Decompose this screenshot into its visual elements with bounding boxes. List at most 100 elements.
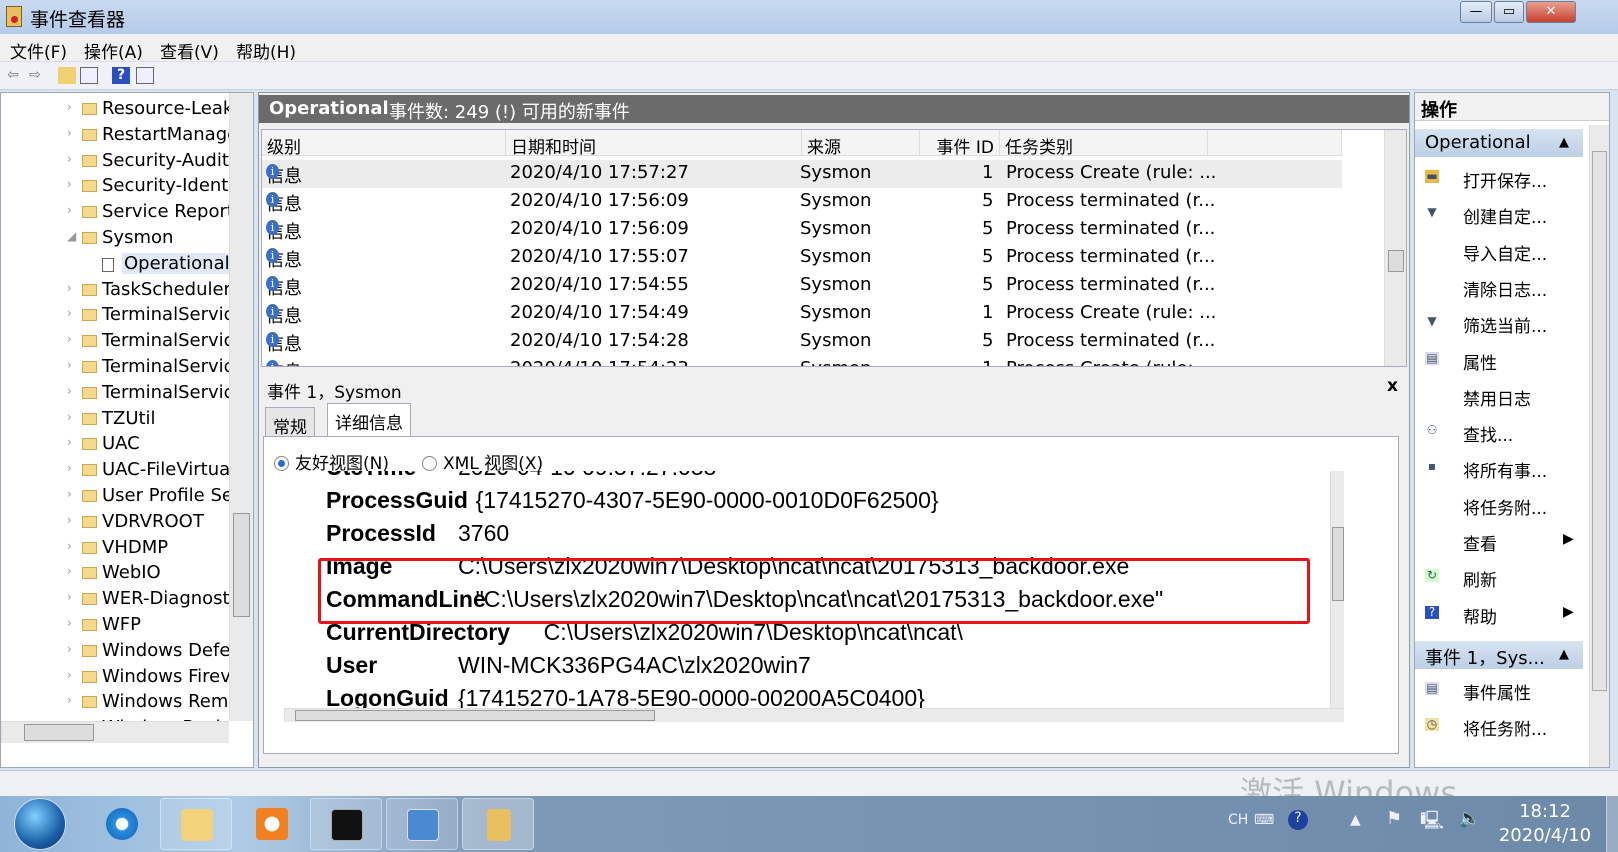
tree-hscrollbar[interactable]: [1, 721, 229, 743]
tree-item[interactable]: › TaskScheduler: [1, 279, 229, 304]
column-header-source[interactable]: 来源: [802, 130, 920, 158]
volume-icon[interactable]: 🔈: [1458, 808, 1480, 829]
table-row[interactable]: i 信息 2020/4/10 17:56:09 Sysmon 5 Process term…: [262, 216, 1342, 244]
collapsed-arrow-icon[interactable]: ›: [67, 203, 72, 217]
table-row[interactable]: i信息2020/4/10 17:54:23Sysmon1Process Crea…: [262, 356, 1342, 366]
collapsed-arrow-icon[interactable]: ›: [67, 539, 72, 553]
tree-item[interactable]: › Windows Defe: [1, 640, 229, 665]
menu-view[interactable]: 查看(V): [160, 38, 219, 63]
action-item[interactable]: ▤ 事件属性: [1415, 673, 1583, 707]
taskbar-windows-explorer[interactable]: [160, 798, 232, 850]
action-item[interactable]: ▼ 筛选当前...: [1415, 306, 1583, 340]
close-details-icon[interactable]: x: [1387, 376, 1398, 396]
language-indicator[interactable]: CH: [1228, 812, 1248, 828]
action-item[interactable]: ▼ 创建自定...: [1415, 197, 1583, 231]
action-item[interactable]: 查看 ▶: [1415, 524, 1583, 558]
tree-hscroll-thumb[interactable]: [24, 724, 94, 741]
start-button[interactable]: [14, 798, 66, 850]
table-row[interactable]: i 信息 2020/4/10 17:54:55 Sysmon 5 Process term…: [262, 272, 1342, 300]
collapsed-arrow-icon[interactable]: ›: [67, 590, 72, 604]
action-center-flag-icon[interactable]: ⚑: [1386, 808, 1402, 829]
collapsed-arrow-icon[interactable]: ›: [67, 281, 72, 295]
details-vscroll-thumb[interactable]: [1332, 527, 1344, 601]
collapsed-arrow-icon[interactable]: ›: [67, 668, 72, 682]
close-button[interactable]: ✕: [1526, 1, 1576, 23]
details-vscrollbar[interactable]: [1330, 471, 1344, 708]
help-tray-icon[interactable]: ?: [1288, 810, 1308, 830]
tree-item[interactable]: › Windows Firev: [1, 666, 229, 691]
tree-item[interactable]: › WER-Diagnost: [1, 588, 229, 613]
clock[interactable]: 18:12 2020/4/10: [1490, 800, 1600, 848]
expanded-arrow-icon[interactable]: ◢: [67, 229, 76, 243]
table-row[interactable]: i 信息 2020/4/10 17:54:49 Sysmon 1 Process Crea…: [262, 300, 1342, 328]
tree-item[interactable]: › User Profile Se: [1, 485, 229, 510]
taskbar-command-prompt[interactable]: [310, 798, 382, 850]
tree-item[interactable]: › Resource-Leak: [1, 98, 229, 123]
actions-section-event[interactable]: 事件 1，Sys... ▲: [1415, 641, 1583, 669]
show-desktop-button[interactable]: [1606, 796, 1618, 852]
list-scroll-thumb[interactable]: [1388, 250, 1404, 272]
tree-item[interactable]: Operational: [1, 252, 229, 278]
tree-item[interactable]: › Windows Rem: [1, 691, 229, 716]
collapsed-arrow-icon[interactable]: ›: [67, 461, 72, 475]
taskbar-media-player[interactable]: [236, 798, 308, 850]
taskbar-event-viewer[interactable]: [462, 798, 534, 850]
column-header-datetime[interactable]: 日期和时间: [506, 130, 802, 158]
tree-vscroll-thumb[interactable]: [233, 513, 250, 617]
tree-item[interactable]: › Security-Audit: [1, 150, 229, 175]
tree-item[interactable]: › TerminalServic: [1, 330, 229, 355]
taskbar-internet-explorer[interactable]: [86, 798, 158, 850]
column-header-task-category[interactable]: 任务类别: [1000, 130, 1208, 158]
tab-details[interactable]: 详细信息: [327, 403, 411, 437]
collapsed-arrow-icon[interactable]: ›: [67, 410, 72, 424]
show-hide-tree-icon[interactable]: [80, 67, 98, 84]
action-item[interactable]: ▤ 属性: [1415, 343, 1583, 377]
actions-scrollbar[interactable]: [1589, 125, 1609, 767]
keyboard-icon[interactable]: ⌨: [1254, 812, 1274, 828]
up-folder-icon[interactable]: [58, 67, 76, 84]
actions-section-operational[interactable]: Operational ▲: [1415, 129, 1583, 157]
tree-item[interactable]: › TerminalServic: [1, 356, 229, 381]
taskbar-remote-desktop[interactable]: [386, 798, 458, 850]
collapsed-arrow-icon[interactable]: ›: [67, 306, 72, 320]
action-item[interactable]: 清除日志...: [1415, 270, 1583, 304]
collapsed-arrow-icon[interactable]: ›: [67, 126, 72, 140]
collapsed-arrow-icon[interactable]: ›: [67, 332, 72, 346]
action-item[interactable]: ▪ 将所有事...: [1415, 451, 1583, 485]
details-hscrollbar[interactable]: [284, 708, 1344, 722]
collapsed-arrow-icon[interactable]: ›: [67, 358, 72, 372]
collapsed-arrow-icon[interactable]: ›: [67, 642, 72, 656]
collapsed-arrow-icon[interactable]: ›: [67, 513, 72, 527]
forward-icon[interactable]: ⇨: [26, 67, 44, 84]
tree-item[interactable]: › VDRVROOT: [1, 511, 229, 536]
tree-item[interactable]: › WebIO: [1, 562, 229, 587]
tree-item[interactable]: › TerminalServic: [1, 304, 229, 329]
collapsed-arrow-icon[interactable]: ›: [67, 177, 72, 191]
tree-item[interactable]: › Service Report: [1, 201, 229, 226]
table-row[interactable]: i 信息 2020/4/10 17:56:09 Sysmon 5 Process term…: [262, 188, 1342, 216]
menu-help[interactable]: 帮助(H): [236, 38, 296, 63]
tree-item[interactable]: › TZUtil: [1, 408, 229, 433]
table-row[interactable]: i 信息 2020/4/10 17:55:07 Sysmon 5 Process term…: [262, 244, 1342, 272]
column-header-event-id[interactable]: 事件 ID: [920, 130, 1000, 158]
collapsed-arrow-icon[interactable]: ›: [67, 487, 72, 501]
network-icon[interactable]: 🖳: [1420, 808, 1444, 838]
tree-item[interactable]: › RestartManager: [1, 124, 229, 149]
tree-item[interactable]: › WFP: [1, 614, 229, 639]
tree-vscrollbar[interactable]: [229, 93, 253, 721]
action-item[interactable]: ↻ 刷新: [1415, 560, 1583, 594]
table-row[interactable]: i 信息 2020/4/10 17:57:27 Sysmon 1 Process Crea…: [262, 160, 1342, 188]
collapsed-arrow-icon[interactable]: ›: [67, 100, 72, 114]
collapsed-arrow-icon[interactable]: ›: [67, 152, 72, 166]
menu-action[interactable]: 操作(A): [84, 38, 143, 63]
action-item[interactable]: ⚇ 查找...: [1415, 415, 1583, 449]
tab-general[interactable]: 常规: [265, 407, 315, 438]
show-hide-actions-icon[interactable]: [136, 67, 154, 84]
tree-item[interactable]: › UAC: [1, 433, 229, 458]
collapsed-arrow-icon[interactable]: ›: [67, 435, 72, 449]
collapsed-arrow-icon[interactable]: ›: [67, 564, 72, 578]
column-header-level[interactable]: 级别: [262, 130, 506, 158]
menu-file[interactable]: 文件(F): [10, 38, 67, 63]
table-row[interactable]: i 信息 2020/4/10 17:54:28 Sysmon 5 Process term…: [262, 328, 1342, 356]
collapsed-arrow-icon[interactable]: ›: [67, 384, 72, 398]
